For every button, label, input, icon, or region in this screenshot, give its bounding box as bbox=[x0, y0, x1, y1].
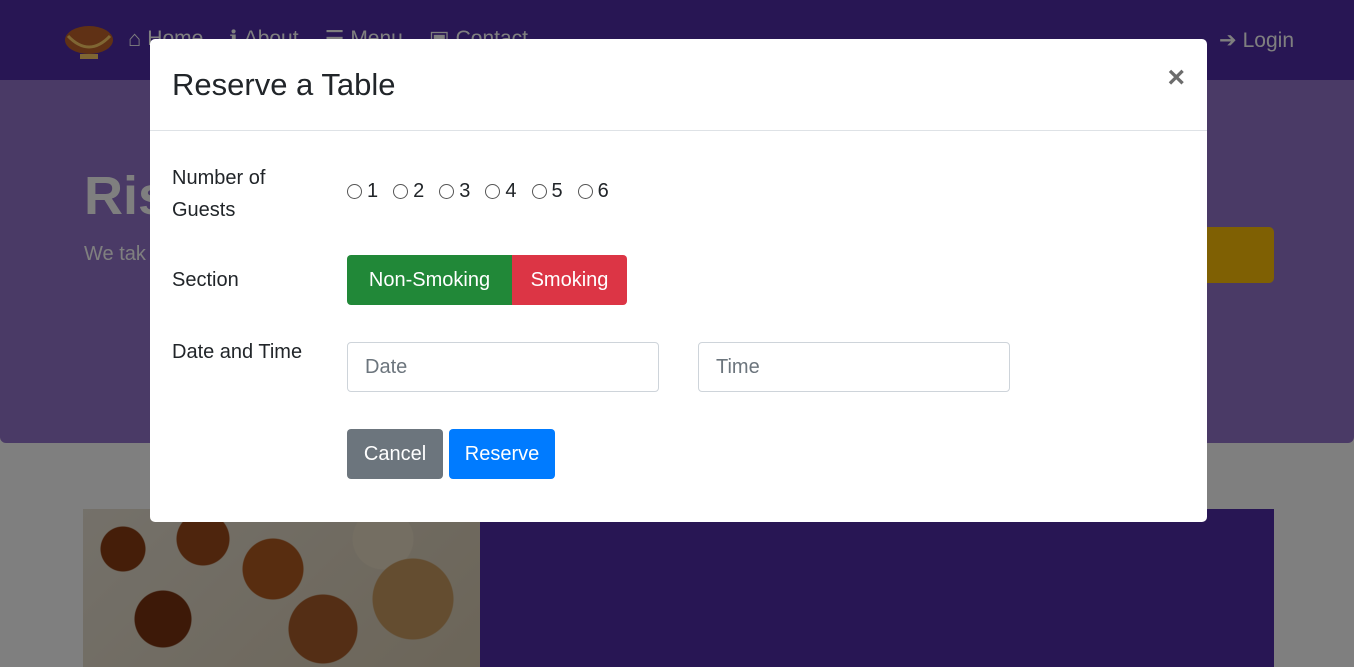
date-input[interactable]: Date bbox=[347, 342, 659, 392]
guest-option-5[interactable]: 5 bbox=[531, 180, 563, 203]
radio-button[interactable] bbox=[439, 184, 455, 199]
radio-label: 1 bbox=[367, 180, 379, 202]
radio-label: 3 bbox=[459, 180, 471, 202]
guests-radio-group: 1 2 3 4 5 6 bbox=[347, 180, 609, 203]
guest-option-1[interactable]: 1 bbox=[347, 180, 378, 203]
guest-option-6[interactable]: 6 bbox=[577, 180, 609, 203]
guest-option-4[interactable]: 4 bbox=[485, 180, 517, 203]
modal-header: Reserve a Table × bbox=[150, 39, 1207, 131]
section-toggle-group: Non-Smoking Smoking bbox=[347, 255, 627, 305]
datetime-label: Date and Time bbox=[172, 341, 303, 363]
reserve-button[interactable]: Reserve bbox=[449, 429, 555, 479]
cancel-button[interactable]: Cancel bbox=[347, 429, 443, 479]
guest-option-2[interactable]: 2 bbox=[393, 180, 424, 203]
close-button[interactable]: × bbox=[1167, 63, 1185, 93]
guest-option-3[interactable]: 3 bbox=[439, 180, 470, 203]
section-label: Section bbox=[172, 269, 239, 291]
radio-label: 2 bbox=[413, 180, 425, 202]
guests-label: Number of Guests bbox=[172, 167, 266, 221]
radio-button[interactable] bbox=[485, 184, 501, 199]
non-smoking-button[interactable]: Non-Smoking bbox=[347, 255, 512, 305]
radio-button[interactable] bbox=[577, 184, 593, 199]
smoking-button[interactable]: Smoking bbox=[512, 255, 627, 305]
radio-button[interactable] bbox=[531, 184, 547, 199]
reserve-modal: Reserve a Table × Number of Guests 1 2 3… bbox=[150, 39, 1207, 522]
modal-title: Reserve a Table bbox=[172, 67, 396, 102]
radio-button[interactable] bbox=[393, 184, 409, 199]
time-input[interactable]: Time bbox=[698, 342, 1010, 392]
radio-button[interactable] bbox=[347, 184, 362, 199]
radio-label: 5 bbox=[551, 180, 563, 202]
radio-label: 6 bbox=[597, 180, 609, 202]
radio-label: 4 bbox=[505, 180, 517, 202]
